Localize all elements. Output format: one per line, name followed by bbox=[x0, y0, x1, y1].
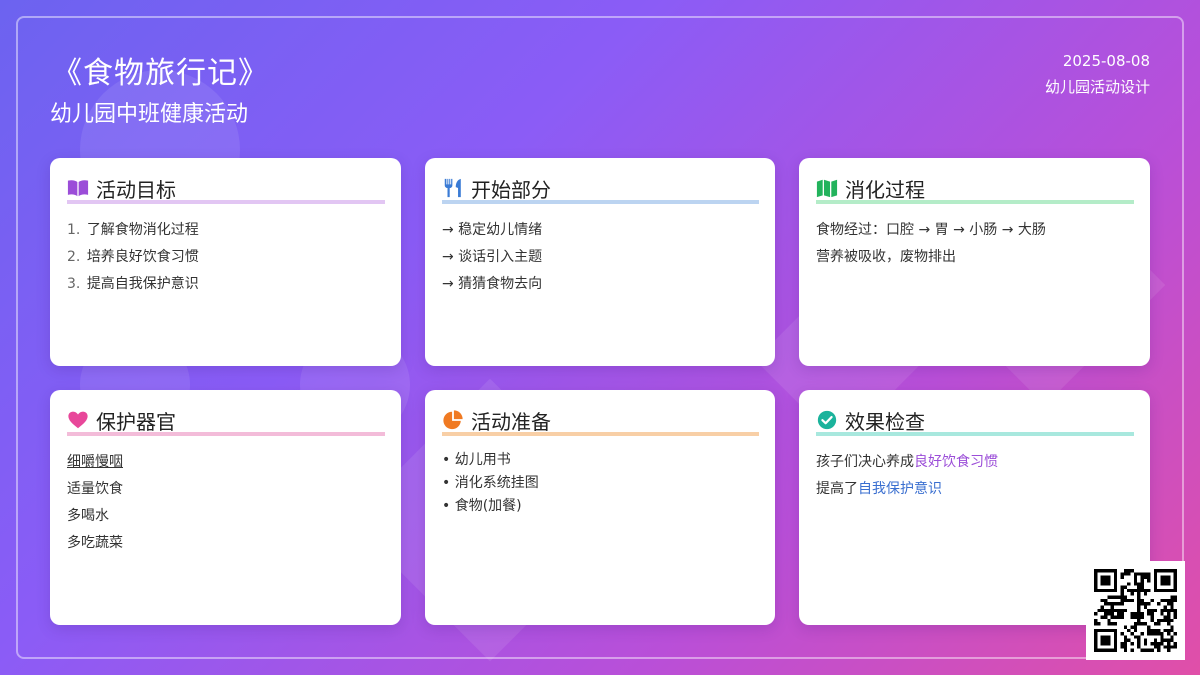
card-header: 消化过程 bbox=[816, 176, 1134, 204]
card-title: 活动目标 bbox=[96, 177, 176, 202]
list-item: 适量饮食 bbox=[67, 481, 123, 497]
list-item: → 猜猜食物去向 bbox=[442, 276, 543, 292]
map-icon bbox=[816, 179, 838, 198]
card-title: 保护器官 bbox=[96, 409, 176, 434]
card-title: 效果检查 bbox=[845, 409, 925, 434]
highlight-text: 良好饮食习惯 bbox=[914, 454, 998, 470]
date-label: 2025-08-08 bbox=[1062, 52, 1150, 70]
list-item: 多喝水 bbox=[67, 508, 109, 524]
qr-code-icon bbox=[1086, 561, 1185, 660]
list-item: 提高了自我保护意识 bbox=[816, 481, 942, 497]
list-item: • 食物(加餐) bbox=[442, 498, 522, 514]
card-title: 活动准备 bbox=[471, 409, 551, 434]
list-item: → 稳定幼儿情绪 bbox=[442, 222, 543, 238]
book-open-icon bbox=[67, 180, 89, 197]
card-header: 活动准备 bbox=[442, 408, 759, 436]
list-item: → 谈话引入主题 bbox=[442, 249, 543, 265]
list-item: • 幼儿用书 bbox=[442, 452, 511, 468]
page-title: 《食物旅行记》 bbox=[52, 56, 269, 91]
list-item: 孩子们决心养成良好饮食习惯 bbox=[816, 454, 998, 470]
card-digestion-process: 消化过程 食物经过：口腔 → 胃 → 小肠 → 大肠 营养被吸收，废物排出 bbox=[799, 158, 1150, 366]
list-item: • 消化系统挂图 bbox=[442, 475, 539, 491]
card-opening: 开始部分 → 稳定幼儿情绪 → 谈话引入主题 → 猜猜食物去向 bbox=[425, 158, 775, 366]
card-header: 活动目标 bbox=[67, 176, 385, 204]
card-title: 开始部分 bbox=[471, 177, 551, 202]
org-label: 幼儿园活动设计 bbox=[1044, 78, 1150, 96]
pie-chart-icon bbox=[443, 410, 463, 430]
card-title: 消化过程 bbox=[845, 177, 925, 202]
list-item: 多吃蔬菜 bbox=[67, 535, 123, 551]
card-header: 效果检查 bbox=[816, 408, 1134, 436]
list-item: 营养被吸收，废物排出 bbox=[816, 249, 956, 265]
card-header: 保护器官 bbox=[67, 408, 385, 436]
list-item: 2. 培养良好饮食习惯 bbox=[67, 249, 199, 265]
list-item: 食物经过：口腔 → 胃 → 小肠 → 大肠 bbox=[816, 222, 1046, 238]
list-item: 细嚼慢咽 bbox=[67, 454, 123, 470]
list-item: 1. 了解食物消化过程 bbox=[67, 222, 199, 238]
check-circle-icon bbox=[817, 410, 837, 430]
list-item: 3. 提高自我保护意识 bbox=[67, 276, 199, 292]
utensils-icon bbox=[444, 178, 461, 198]
card-activity-goals: 活动目标 1. 了解食物消化过程 2. 培养良好饮食习惯 3. 提高自我保护意识 bbox=[50, 158, 401, 366]
card-protect-organs: 保护器官 细嚼慢咽 适量饮食 多喝水 多吃蔬菜 bbox=[50, 390, 401, 625]
card-header: 开始部分 bbox=[442, 176, 759, 204]
heart-icon bbox=[68, 411, 88, 429]
card-preparation: 活动准备 • 幼儿用书 • 消化系统挂图 • 食物(加餐) bbox=[425, 390, 775, 625]
page-subtitle: 幼儿园中班健康活动 bbox=[50, 102, 249, 127]
highlight-text: 自我保护意识 bbox=[858, 481, 942, 497]
